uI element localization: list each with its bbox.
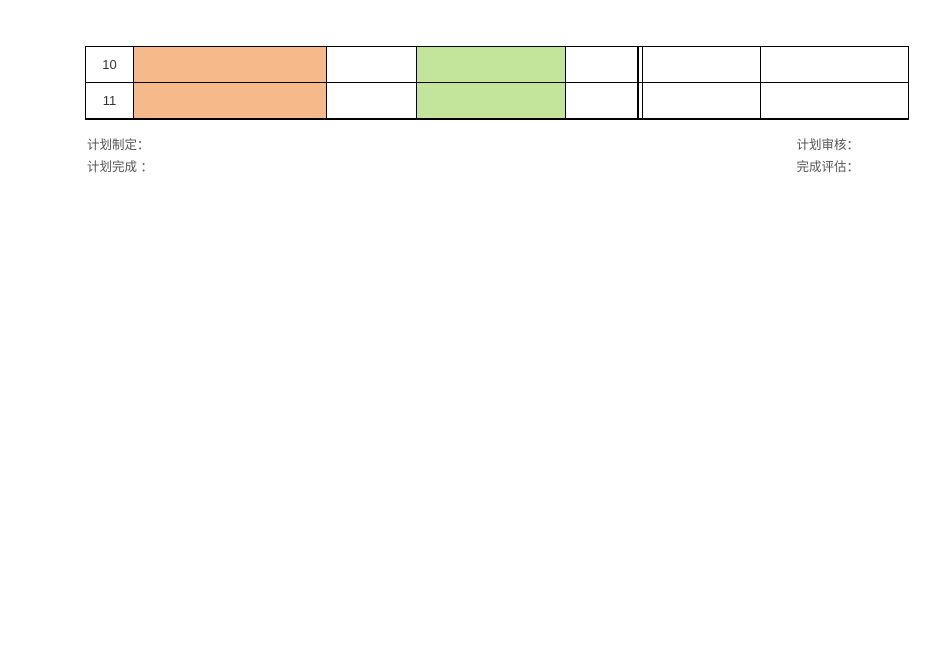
cell-orange [133,83,326,119]
label-row: 计划完成 ： 完成评估： [87,156,909,178]
cell-blank [643,83,761,119]
row-number: 11 [86,83,134,119]
cell-blank [761,47,909,83]
cell-blank [761,83,909,119]
table-row: 10 [86,47,909,83]
plan-table: 10 11 [85,46,909,120]
cell-green [416,83,566,119]
cell-blank [566,47,638,83]
row-number: 10 [86,47,134,83]
complete-eval-label: 完成评估： [796,156,859,178]
plan-review-label: 计划审核： [796,134,859,156]
cell-blank [326,47,416,83]
table: 10 11 [85,46,909,120]
cell-blank [566,83,638,119]
cell-blank [643,47,761,83]
plan-complete-label: 计划完成 ： [87,156,153,178]
cell-orange [133,47,326,83]
cell-blank [326,83,416,119]
label-row: 计划制定： 计划审核： [87,134,909,156]
table-row: 11 [86,83,909,119]
cell-green [416,47,566,83]
plan-create-label: 计划制定： [87,134,150,156]
footer-labels: 计划制定： 计划审核： 计划完成 ： 完成评估： [87,134,909,178]
